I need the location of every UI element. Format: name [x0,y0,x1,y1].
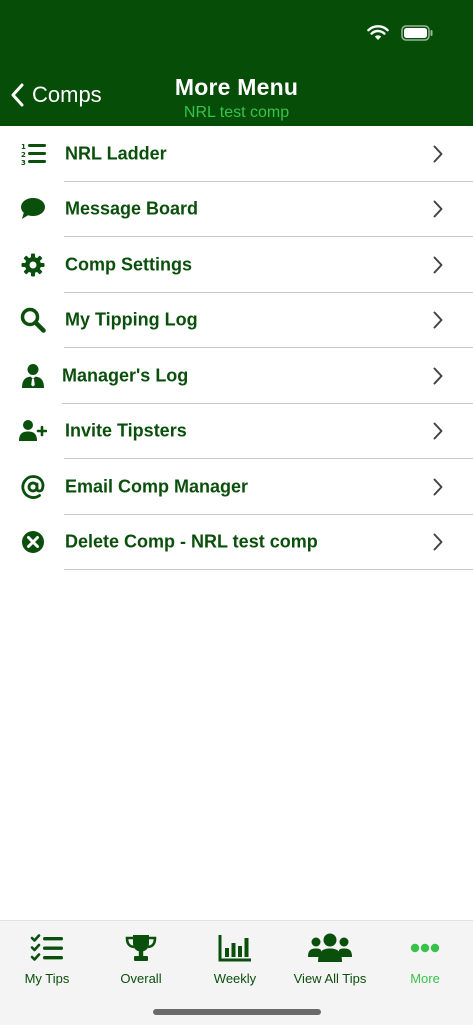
menu-item-label: Message Board [65,198,199,219]
menu-item-label: Invite Tipsters [65,420,187,441]
menu-item-message-board[interactable]: Message Board [0,182,473,237]
svg-text:1: 1 [21,143,26,151]
speech-bubble-icon [18,195,48,223]
menu-item-label: NRL Ladder [65,143,167,164]
home-indicator[interactable] [153,1009,321,1015]
svg-text:3: 3 [21,159,26,166]
tab-weekly[interactable]: Weekly [188,931,282,986]
menu-item-label: Comp Settings [65,254,193,275]
menu-item-email-comp-manager[interactable]: Email Comp Manager [0,459,473,515]
status-bar [367,25,433,41]
menu-item-label: Email Comp Manager [65,476,249,497]
ranked-list-icon: 1 2 3 [18,140,48,168]
menu-item-label: Delete Comp - NRL test comp [65,531,318,552]
close-circle-icon [18,528,48,556]
users-icon [283,931,377,965]
tab-more[interactable]: More [378,931,472,986]
wifi-icon [367,25,389,40]
tab-label: View All Tips [293,971,367,986]
chevron-right-icon [433,145,443,163]
menu-item-invite-tipsters[interactable]: Invite Tipsters [0,404,473,459]
checklist-icon [0,931,94,965]
chevron-right-icon [433,256,443,274]
menu-item-my-tipping-log[interactable]: My Tipping Log [0,293,473,348]
tab-view-all-tips[interactable]: View All Tips [283,931,377,986]
gear-icon [18,251,48,279]
tab-label: Overall [120,971,162,986]
chevron-right-icon [433,478,443,496]
tab-label: More [410,971,440,986]
add-user-icon [18,417,48,445]
tab-my-tips[interactable]: My Tips [0,931,94,986]
chevron-right-icon [433,367,443,385]
tab-label: My Tips [24,971,70,986]
menu-item-delete-comp[interactable]: Delete Comp - NRL test comp [0,515,473,570]
battery-icon [401,25,433,41]
nav-header: Comps More Menu NRL test comp [0,0,473,126]
chevron-right-icon [433,200,443,218]
tab-overall[interactable]: Overall [94,931,188,986]
magnifier-icon [18,306,48,334]
chevron-right-icon [433,311,443,329]
bar-chart-icon [188,931,282,965]
page-title: More Menu [174,74,299,100]
menu-item-comp-settings[interactable]: Comp Settings [0,237,473,293]
tab-label: Weekly [213,971,257,986]
chevron-right-icon [433,533,443,551]
trophy-icon [94,931,188,965]
at-sign-icon [18,473,48,501]
menu-item-managers-log[interactable]: Manager's Log [0,348,473,404]
ellipsis-icon [378,931,472,965]
page-subtitle: NRL test comp [183,104,290,121]
title-block: More Menu NRL test comp [0,74,473,122]
menu-item-label: Manager's Log [62,365,189,386]
more-menu-list: 1 2 3 NRL Ladder Message Board Comp Sett… [0,126,473,570]
svg-text:2: 2 [21,151,26,159]
row-divider [64,569,473,570]
manager-icon [18,362,48,390]
menu-item-nrl-ladder[interactable]: 1 2 3 NRL Ladder [0,126,473,182]
menu-item-label: My Tipping Log [65,309,198,330]
chevron-right-icon [433,422,443,440]
